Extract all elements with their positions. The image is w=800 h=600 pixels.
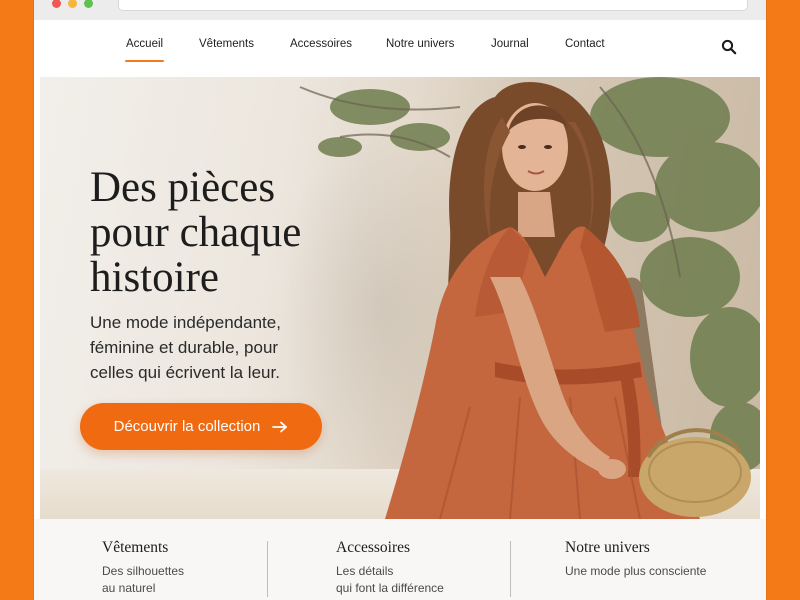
- card-text: Une mode plus consciente: [565, 563, 706, 580]
- close-window-dot[interactable]: [52, 0, 61, 8]
- card-vetements[interactable]: Vêtements Des silhouettes au naturel: [102, 539, 184, 597]
- arrow-right-icon: [272, 421, 288, 432]
- card-text-line: qui font la différence: [336, 581, 444, 595]
- card-accessoires[interactable]: Accessoires Les détails qui font la diff…: [336, 539, 444, 597]
- card-text-line: Les détails: [336, 564, 394, 578]
- nav-item-notre-univers[interactable]: Notre univers: [386, 38, 454, 50]
- main-nav: Accueil Vêtements Accessoires Notre univ…: [34, 20, 766, 76]
- card-text: Les détails qui font la différence: [336, 563, 444, 597]
- nav-item-vetements[interactable]: Vêtements: [199, 38, 254, 50]
- card-title: Notre univers: [565, 539, 650, 556]
- card-divider: [267, 541, 268, 597]
- browser-window: Accueil Vêtements Accessoires Notre univ…: [34, 0, 766, 600]
- card-title: Vêtements: [102, 539, 169, 556]
- discover-collection-button[interactable]: Découvrir la collection: [80, 403, 322, 450]
- cta-label: Découvrir la collection: [113, 418, 261, 435]
- browser-chrome: [34, 0, 766, 21]
- subtitle-line-3: celles qui écrivent la leur.: [90, 363, 280, 382]
- maximize-window-dot[interactable]: [84, 0, 93, 8]
- subtitle-line-2: féminine et durable, pour: [90, 338, 279, 357]
- subtitle-line-1: Une mode indépendante,: [90, 313, 281, 332]
- nav-item-accueil[interactable]: Accueil: [124, 38, 165, 62]
- headline-line-1: Des pièces: [90, 164, 276, 211]
- nav-item-journal[interactable]: Journal: [491, 38, 529, 50]
- minimize-window-dot[interactable]: [68, 0, 77, 8]
- search-icon[interactable]: [721, 39, 737, 55]
- card-text: Des silhouettes au naturel: [102, 563, 184, 597]
- headline-line-3: histoire: [90, 254, 219, 301]
- card-text-line: Une mode plus consciente: [565, 564, 707, 578]
- headline-line-2: pour chaque: [90, 209, 302, 256]
- address-bar[interactable]: [118, 0, 748, 11]
- card-notre-univers[interactable]: Notre univers Une mode plus consciente: [565, 539, 706, 580]
- card-text-line: Des silhouettes: [102, 564, 185, 578]
- card-text-line: au naturel: [102, 581, 156, 595]
- card-divider: [510, 541, 511, 597]
- hero-banner: Des pièces pour chaque histoire Une mode…: [40, 77, 760, 519]
- nav-item-accessoires[interactable]: Accessoires: [290, 38, 352, 50]
- nav-item-contact[interactable]: Contact: [565, 38, 605, 50]
- hero-subtitle: Une mode indépendante, féminine et durab…: [90, 310, 330, 385]
- hero-headline: Des pièces pour chaque histoire: [90, 165, 390, 300]
- category-cards: Vêtements Des silhouettes au naturel Acc…: [34, 519, 766, 600]
- card-title: Accessoires: [336, 539, 411, 556]
